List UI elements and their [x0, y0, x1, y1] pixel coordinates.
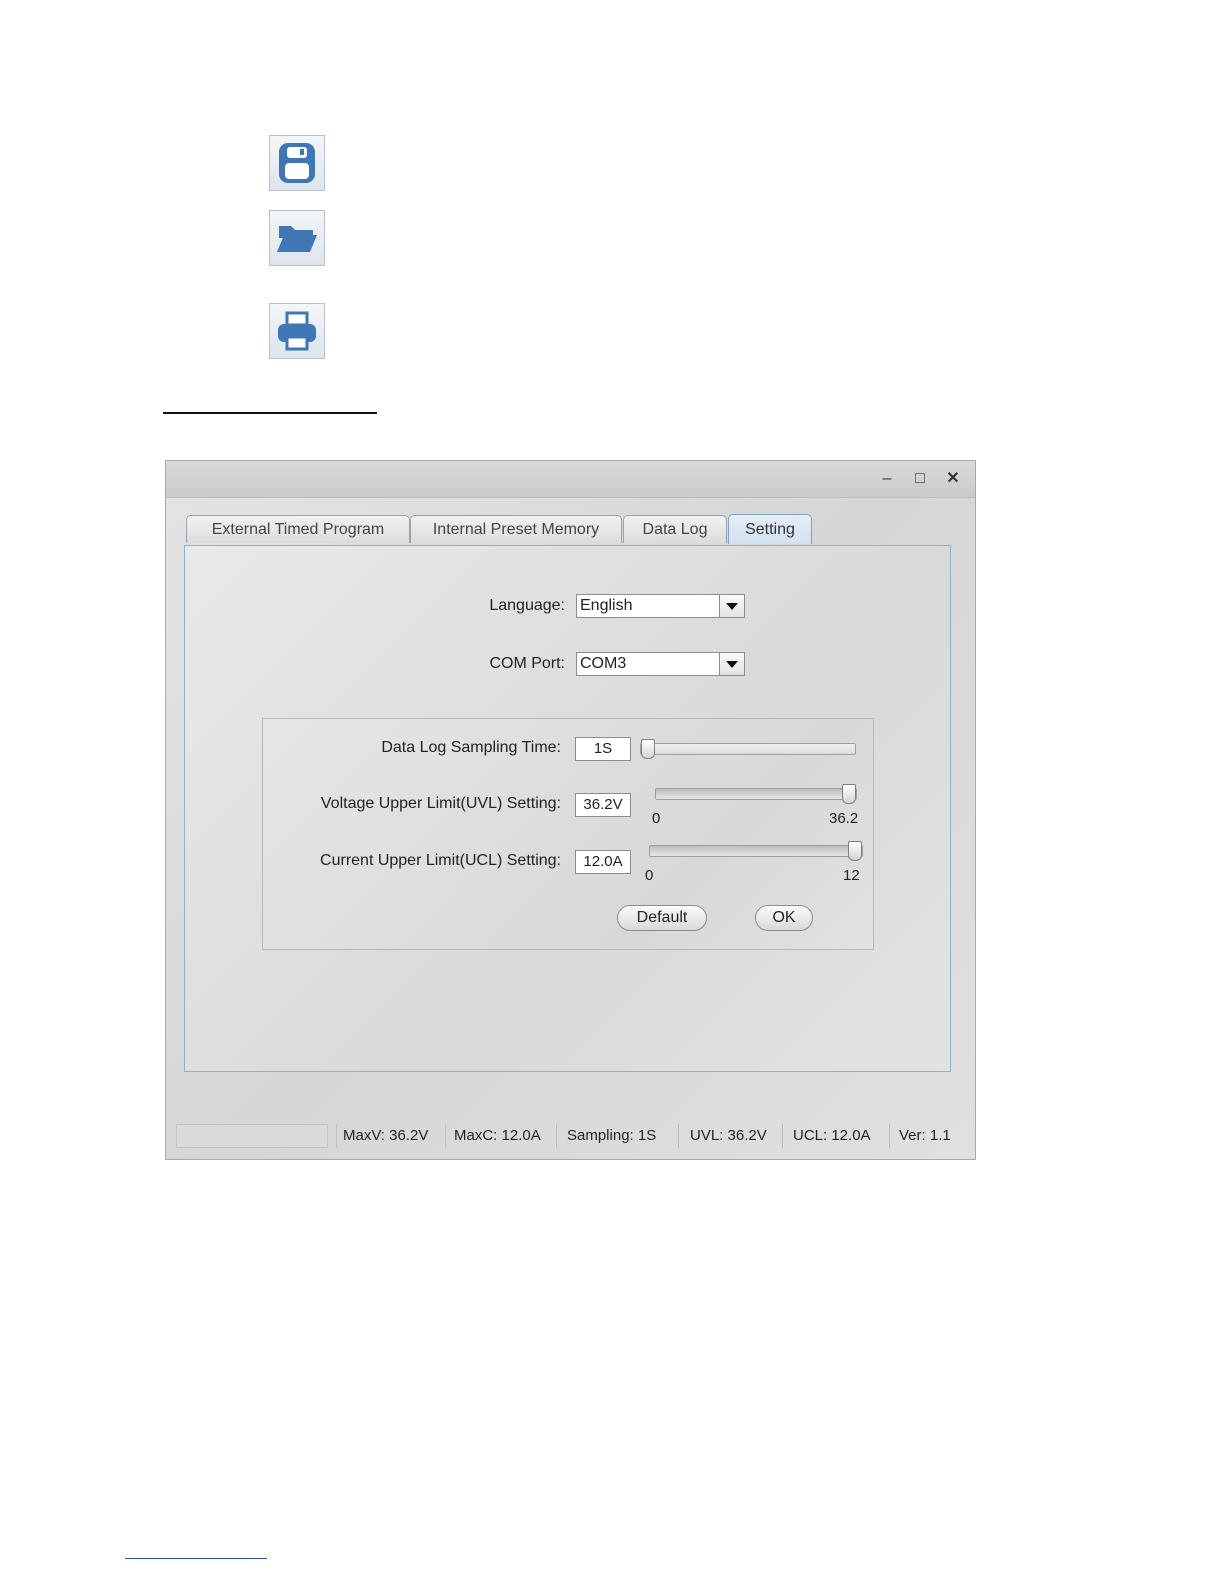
com-port-value: COM3: [580, 655, 627, 672]
status-separator: [336, 1124, 337, 1148]
chevron-down-icon[interactable]: [719, 653, 744, 675]
uvl-label: Voltage Upper Limit(UVL) Setting:: [320, 795, 561, 812]
save-button[interactable]: [269, 135, 325, 191]
status-uvl: UVL: 36.2V: [690, 1127, 767, 1144]
ucl-slider-thumb[interactable]: [848, 841, 862, 861]
sampling-time-field[interactable]: 1S: [575, 737, 631, 761]
ok-button[interactable]: OK: [755, 905, 813, 931]
status-bar: MaxV: 36.2V MaxC: 12.0A Sampling: 1S UVL…: [166, 1121, 975, 1153]
uvl-slider[interactable]: [655, 784, 857, 804]
language-label: Language:: [489, 597, 565, 614]
status-separator: [445, 1124, 446, 1148]
status-sampling: Sampling: 1S: [567, 1127, 657, 1144]
close-button[interactable]: ✕: [944, 471, 962, 487]
status-separator: [556, 1124, 557, 1148]
status-version: Ver: 1.1: [899, 1127, 951, 1144]
default-button[interactable]: Default: [617, 905, 707, 931]
save-icon: [279, 143, 315, 183]
tab-setting[interactable]: Setting: [728, 514, 812, 544]
status-maxv: MaxV: 36.2V: [343, 1127, 429, 1144]
chevron-down-icon[interactable]: [719, 595, 744, 617]
sampling-time-slider-thumb[interactable]: [641, 739, 655, 759]
com-port-label: COM Port:: [489, 655, 565, 672]
status-separator: [782, 1124, 783, 1148]
status-blank-cell: [176, 1124, 328, 1148]
com-port-select[interactable]: COM3: [576, 652, 745, 676]
status-separator: [678, 1124, 679, 1148]
tab-internal-preset-memory[interactable]: Internal Preset Memory: [410, 515, 622, 543]
status-separator: [889, 1124, 890, 1148]
minimize-button[interactable]: –: [878, 471, 896, 487]
settings-window: – □ ✕ External Timed Program Internal Pr…: [165, 460, 976, 1160]
ucl-field[interactable]: 12.0A: [575, 850, 631, 874]
open-folder-icon: [277, 226, 317, 252]
limits-group: Data Log Sampling Time: 1S Voltage Upper…: [262, 718, 874, 950]
open-button[interactable]: [269, 210, 325, 266]
maximize-button[interactable]: □: [911, 471, 929, 487]
language-value: English: [580, 597, 633, 614]
ucl-min-label: 0: [645, 867, 654, 884]
tab-data-log[interactable]: Data Log: [623, 515, 727, 543]
print-button[interactable]: [269, 303, 325, 359]
setting-panel: Language: English COM Port: COM3 Data Lo…: [184, 545, 951, 1072]
section-rule: [163, 412, 377, 414]
status-maxc: MaxC: 12.0A: [454, 1127, 541, 1144]
uvl-max-label: 36.2: [829, 810, 859, 827]
ucl-slider[interactable]: [649, 841, 863, 861]
language-select[interactable]: English: [576, 594, 745, 618]
uvl-field[interactable]: 36.2V: [575, 793, 631, 817]
title-bar: – □ ✕: [166, 461, 975, 498]
footer-rule: [125, 1558, 267, 1559]
uvl-min-label: 0: [652, 810, 661, 827]
print-icon: [278, 311, 316, 351]
status-ucl: UCL: 12.0A: [793, 1127, 871, 1144]
tab-external-timed-program[interactable]: External Timed Program: [186, 515, 410, 543]
uvl-slider-thumb[interactable]: [842, 784, 856, 804]
sampling-time-label: Data Log Sampling Time:: [381, 739, 561, 756]
ucl-max-label: 12: [843, 867, 860, 884]
ucl-label: Current Upper Limit(UCL) Setting:: [320, 852, 561, 869]
sampling-time-slider[interactable]: [640, 739, 856, 759]
